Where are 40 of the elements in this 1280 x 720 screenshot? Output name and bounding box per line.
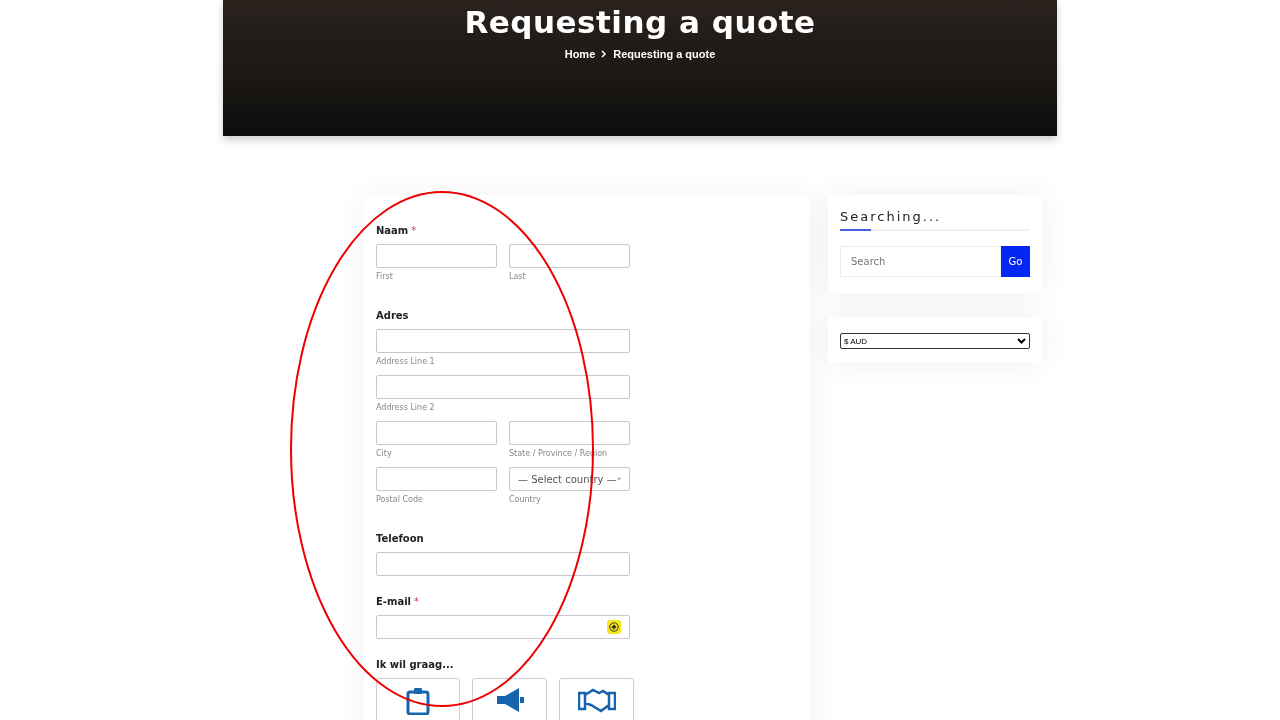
text-field[interactable] xyxy=(376,375,630,399)
field-sublabel: City xyxy=(376,449,393,458)
megaphone-icon xyxy=(494,687,525,713)
text-field[interactable] xyxy=(376,244,497,268)
option-tile[interactable] xyxy=(472,678,547,720)
required-mark: * xyxy=(414,596,419,607)
text-field[interactable] xyxy=(376,467,497,491)
widget-title: Searching... xyxy=(840,209,943,224)
field-label: Telefoon xyxy=(376,533,424,544)
field-sublabel: Address Line 2 xyxy=(376,403,436,412)
field-label: Adres xyxy=(376,310,409,321)
text-field[interactable] xyxy=(509,421,630,445)
field-sublabel: Last xyxy=(509,272,527,281)
text-field[interactable] xyxy=(376,552,630,576)
page-title: Requesting a quote xyxy=(464,4,816,40)
caret-icon xyxy=(616,477,621,481)
option-tile[interactable] xyxy=(376,678,460,720)
handshake-icon xyxy=(577,687,616,713)
field-label: E-mail xyxy=(376,596,411,607)
clipboard-icon xyxy=(406,687,430,715)
text-field[interactable] xyxy=(376,421,497,445)
chevron-icon xyxy=(601,50,608,58)
field-sublabel: Address Line 1 xyxy=(376,357,436,366)
required-mark: * xyxy=(411,225,417,236)
field-label: Naam xyxy=(376,225,409,236)
text-field[interactable] xyxy=(376,615,630,639)
autofill-icon[interactable] xyxy=(607,620,621,634)
text-field[interactable] xyxy=(376,329,630,353)
breadcrumb-link[interactable]: Home xyxy=(564,48,596,60)
field-sublabel: Country xyxy=(509,495,542,504)
chevron-down-icon xyxy=(1017,338,1026,344)
text-field[interactable] xyxy=(509,244,630,268)
currency-select[interactable]: $ AUD xyxy=(840,333,1030,349)
field-label: Ik wil graag... xyxy=(376,659,454,670)
go-button[interactable]: Go xyxy=(1001,246,1030,277)
option-tile[interactable] xyxy=(559,678,634,720)
field-sublabel: Postal Code xyxy=(376,495,424,504)
field-sublabel: First xyxy=(376,272,394,281)
breadcrumb-current: Requesting a quote xyxy=(613,48,716,60)
search-field[interactable]: Search xyxy=(840,246,1001,277)
